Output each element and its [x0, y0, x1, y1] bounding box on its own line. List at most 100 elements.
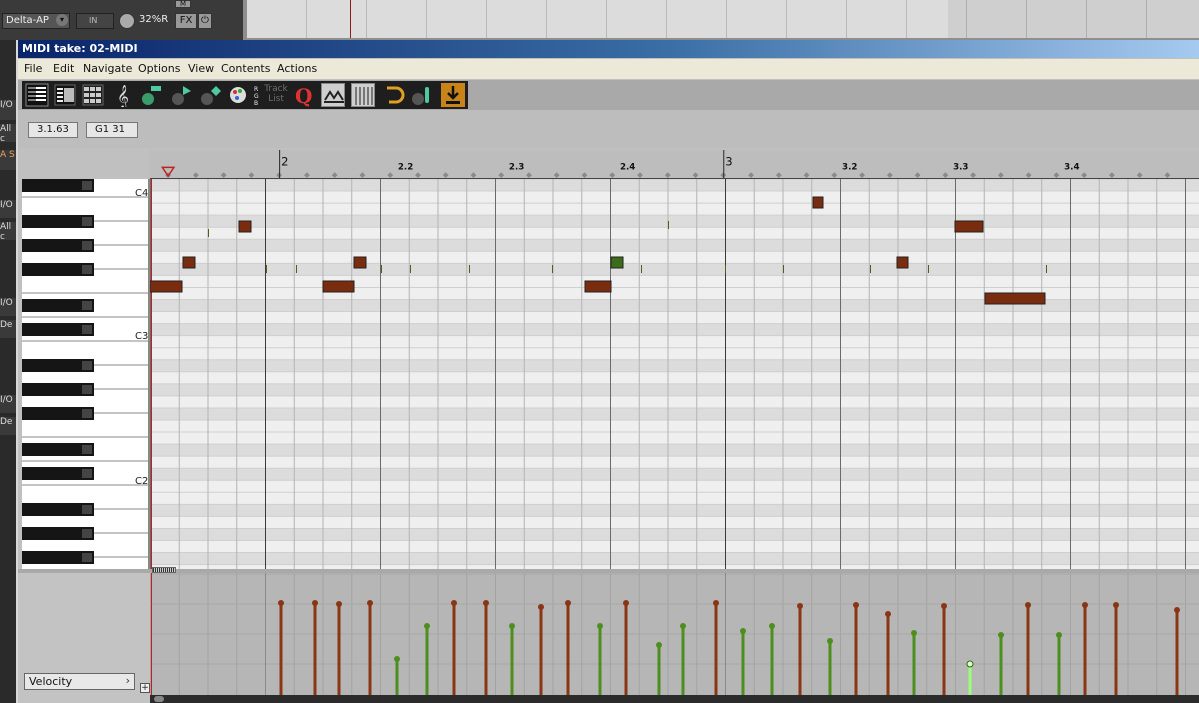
note-position-field[interactable]: 3.1.63 — [28, 122, 78, 138]
midi-note[interactable] — [238, 220, 252, 233]
velocity-handle[interactable] — [565, 600, 571, 606]
velocity-handle[interactable] — [797, 603, 803, 609]
cc-lane-select[interactable]: Velocity › — [24, 673, 135, 690]
midi-note[interactable] — [182, 256, 196, 269]
ruler-background — [168, 150, 1183, 178]
midi-note[interactable] — [812, 196, 824, 209]
menu-contents[interactable]: Contents — [221, 62, 270, 75]
midi-note-short[interactable] — [552, 265, 553, 273]
midi-note-short[interactable] — [296, 265, 297, 273]
step-input-icon[interactable] — [411, 83, 435, 107]
velocity-handle[interactable] — [336, 601, 342, 607]
velocity-handle[interactable] — [278, 600, 284, 606]
midi-note[interactable] — [984, 292, 1046, 305]
midi-note[interactable] — [896, 256, 909, 269]
menu-options[interactable]: Options — [138, 62, 180, 75]
channel-colors-icon[interactable]: RGB — [246, 83, 259, 107]
midi-note-short[interactable] — [725, 265, 726, 273]
piano-keyboard[interactable]: C4 C3 C2 — [22, 179, 150, 570]
velocity-handle[interactable] — [538, 604, 544, 610]
menu-view[interactable]: View — [188, 62, 214, 75]
velocity-handle[interactable] — [740, 628, 746, 634]
velocity-handle[interactable] — [1174, 607, 1180, 613]
host-power-icon[interactable]: ⏻ — [198, 13, 212, 29]
velocity-lane[interactable] — [150, 573, 1199, 695]
velocity-handle[interactable] — [394, 656, 400, 662]
host-pan-knob[interactable] — [119, 13, 135, 29]
midi-note-short[interactable] — [208, 229, 209, 237]
select-note-icon[interactable] — [169, 83, 193, 107]
black-key-highlight — [82, 445, 92, 454]
snap-icon[interactable] — [321, 83, 345, 107]
quantize-icon[interactable]: Q — [292, 83, 316, 107]
velocity-handle[interactable] — [827, 638, 833, 644]
scroll-thumb[interactable] — [154, 696, 164, 702]
track-list-button[interactable]: Track List — [263, 84, 289, 104]
midi-note-short[interactable] — [469, 265, 470, 273]
ruler-label: 2.2 — [398, 162, 413, 172]
host-input-button[interactable]: IN — [76, 13, 114, 29]
velocity-handle[interactable] — [1056, 632, 1062, 638]
velocity-handle[interactable] — [1082, 602, 1088, 608]
velocity-handle[interactable] — [853, 602, 859, 608]
velocity-handle[interactable] — [597, 623, 603, 629]
midi-note-short[interactable] — [641, 265, 642, 273]
velocity-handle[interactable] — [656, 642, 662, 648]
midi-input-icon[interactable] — [441, 83, 465, 107]
midi-note[interactable] — [150, 280, 183, 293]
velocity-handle[interactable] — [509, 623, 515, 629]
midi-note[interactable] — [610, 256, 624, 269]
timeline-ruler[interactable]: 2 2.2 2.3 2.4 3 3.2 3.3 3.4 — [150, 150, 1199, 179]
velocity-handle[interactable] — [623, 600, 629, 606]
midi-note[interactable] — [322, 280, 355, 293]
midi-note-short[interactable] — [783, 265, 784, 273]
velocity-handle[interactable] — [367, 600, 373, 606]
host-fx-button[interactable]: FX — [175, 13, 197, 29]
midi-note[interactable] — [954, 220, 984, 233]
midi-note[interactable] — [353, 256, 367, 269]
window-title[interactable]: MIDI take: 02-MIDI — [18, 40, 1199, 58]
note-pitch-field[interactable]: G1 31 — [86, 122, 138, 138]
midi-note-short[interactable] — [381, 265, 382, 273]
add-lane-button[interactable]: + — [140, 683, 150, 693]
velocity-handle[interactable] — [911, 630, 917, 636]
loop-icon[interactable] — [381, 83, 405, 107]
svg-text:𝄞: 𝄞 — [117, 84, 129, 107]
host-mute-button[interactable]: M — [175, 0, 191, 8]
velocity-handle[interactable] — [1025, 602, 1031, 608]
menu-edit[interactable]: Edit — [53, 62, 74, 75]
grid-icon[interactable] — [351, 83, 375, 107]
insert-note-icon[interactable] — [139, 83, 163, 107]
velocity-handle[interactable] — [885, 611, 891, 617]
velocity-handle[interactable] — [769, 623, 775, 629]
midi-note-short[interactable] — [870, 265, 871, 273]
midi-note-short[interactable] — [266, 265, 267, 273]
menu-file[interactable]: File — [24, 62, 42, 75]
host-track-dropdown-icon[interactable]: ▾ — [56, 14, 68, 26]
drum-grid-icon[interactable] — [81, 83, 105, 107]
menu-actions[interactable]: Actions — [277, 62, 317, 75]
named-notes-icon[interactable] — [53, 83, 77, 107]
velocity-handle[interactable] — [424, 623, 430, 629]
midi-note-short[interactable] — [410, 265, 411, 273]
menu-navigate[interactable]: Navigate — [83, 62, 132, 75]
velocity-handle[interactable] — [998, 632, 1004, 638]
note-grid[interactable] — [150, 179, 1199, 569]
notation-icon[interactable]: 𝄞 — [111, 83, 135, 107]
velocity-handle[interactable] — [680, 623, 686, 629]
midi-note-short[interactable] — [928, 265, 929, 273]
velocity-handle[interactable] — [966, 660, 974, 668]
horizontal-scrollbar[interactable] — [150, 695, 1199, 703]
velocity-handle[interactable] — [941, 603, 947, 609]
midi-note[interactable] — [584, 280, 612, 293]
velocity-handle[interactable] — [483, 600, 489, 606]
velocity-handle[interactable] — [451, 600, 457, 606]
midi-note-short[interactable] — [1046, 265, 1047, 273]
ruler-label: 3 — [725, 154, 732, 168]
velocity-handle[interactable] — [713, 600, 719, 606]
velocity-handle[interactable] — [312, 600, 318, 606]
midi-note-short[interactable] — [668, 221, 669, 229]
velocity-handle[interactable] — [1113, 602, 1119, 608]
erase-note-icon[interactable] — [198, 83, 222, 107]
piano-roll-icon[interactable] — [25, 83, 49, 107]
